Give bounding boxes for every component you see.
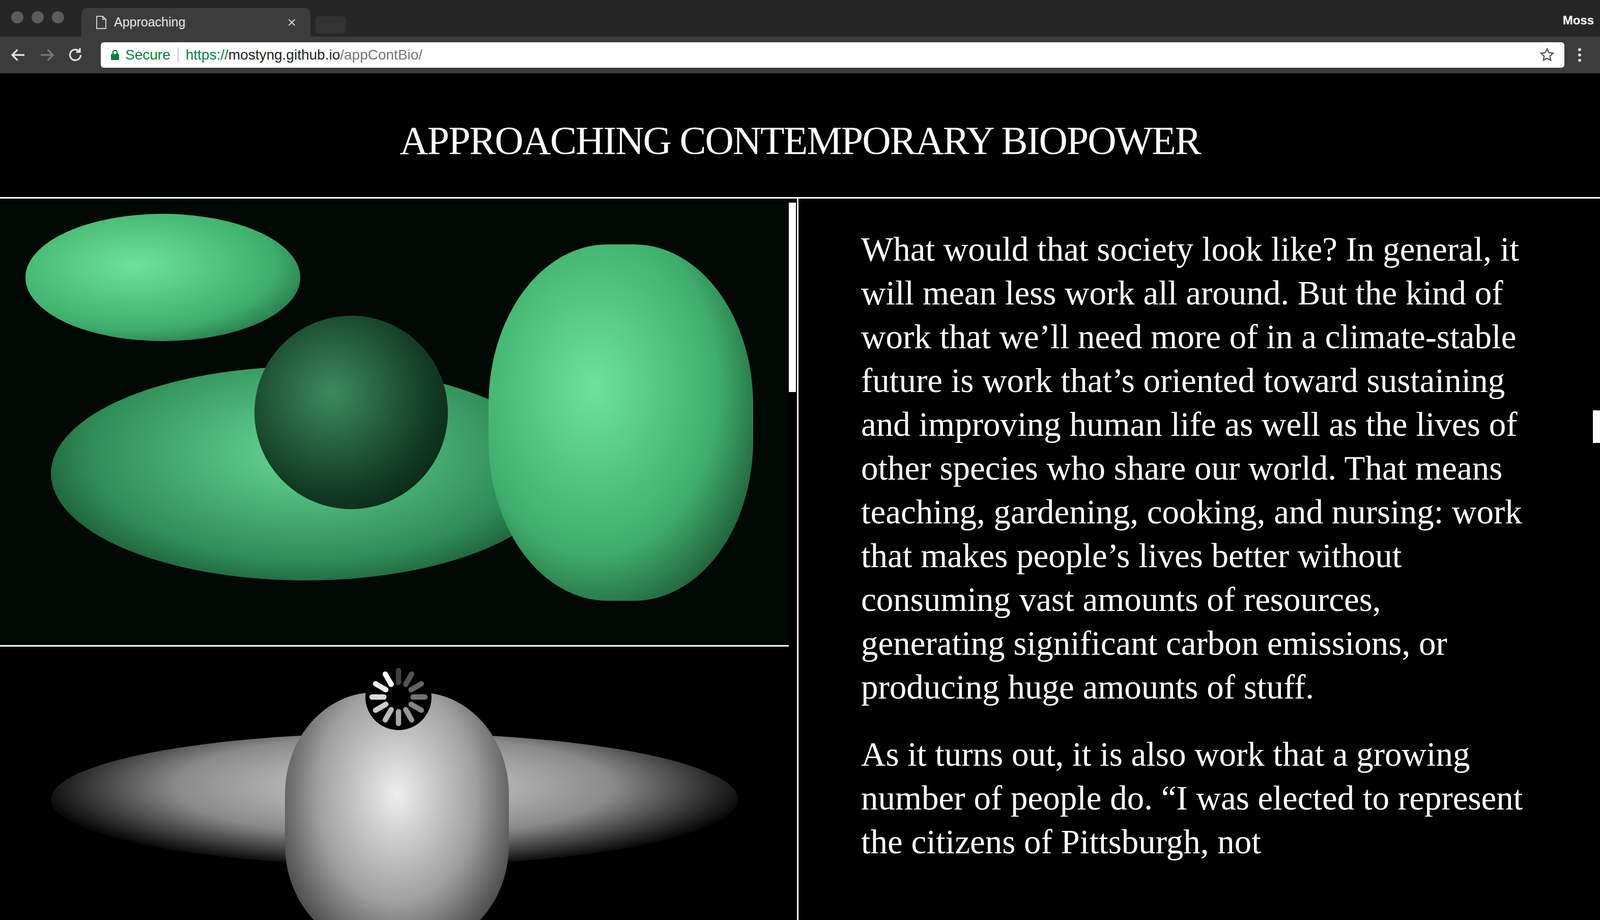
page-title: APPROACHING CONTEMPORARY BIOPOWER [399,110,1201,161]
tab[interactable]: Approaching × [81,8,311,37]
left-scroll-thumb[interactable] [788,202,796,392]
document-icon [95,15,107,30]
minimize-window-button[interactable] [31,11,44,24]
star-icon[interactable] [1538,46,1556,64]
text-column: What would that society look like? In ge… [798,198,1600,920]
secure-label: Secure [125,44,171,66]
page-header: APPROACHING CONTEMPORARY BIOPOWER [0,73,1600,199]
new-tab-button[interactable] [315,16,347,34]
tab-close-button[interactable]: × [287,14,297,31]
paragraph: As it turns out, it is also work that a … [861,731,1533,864]
toolbar: Secure https://mostyng.github.io/appCont… [0,36,1600,74]
column-divider [796,198,799,920]
globe-shape [254,315,448,509]
left-scrollbar [788,198,797,920]
arm-shape [488,244,754,601]
reload-icon[interactable] [66,45,85,65]
url: https://mostyng.github.io/appContBio/ [185,44,1534,66]
window-controls [11,11,65,24]
loading-spinner-icon [365,663,432,730]
content: What would that society look like? In ge… [0,198,1600,920]
tab-strip: Approaching × Moss [0,0,1600,37]
figure-image [0,646,789,920]
page: APPROACHING CONTEMPORARY BIOPOWER [0,73,1600,920]
right-scroll-thumb[interactable] [1592,410,1600,443]
tab-label: Approaching [113,12,280,33]
forward-arrow-icon[interactable] [37,45,56,65]
paragraph: What would that society look like? In ge… [861,226,1533,709]
url-scheme: https:// [185,46,229,63]
close-window-button[interactable] [11,11,24,24]
profile-name[interactable]: Moss [1562,11,1594,30]
url-path: /appContBio/ [339,46,423,63]
article-text: What would that society look like? In ge… [861,226,1533,864]
back-arrow-icon[interactable] [9,45,28,65]
lock-icon [109,48,121,62]
image-column [0,198,789,920]
url-host: mostyng.github.io [228,46,340,63]
menu-dots-icon[interactable] [1574,45,1585,65]
zoom-window-button[interactable] [51,11,65,24]
green-figure-image [0,198,789,647]
address-bar[interactable]: Secure https://mostyng.github.io/appCont… [100,42,1565,68]
separator [177,47,179,63]
blob-shape [25,213,301,341]
